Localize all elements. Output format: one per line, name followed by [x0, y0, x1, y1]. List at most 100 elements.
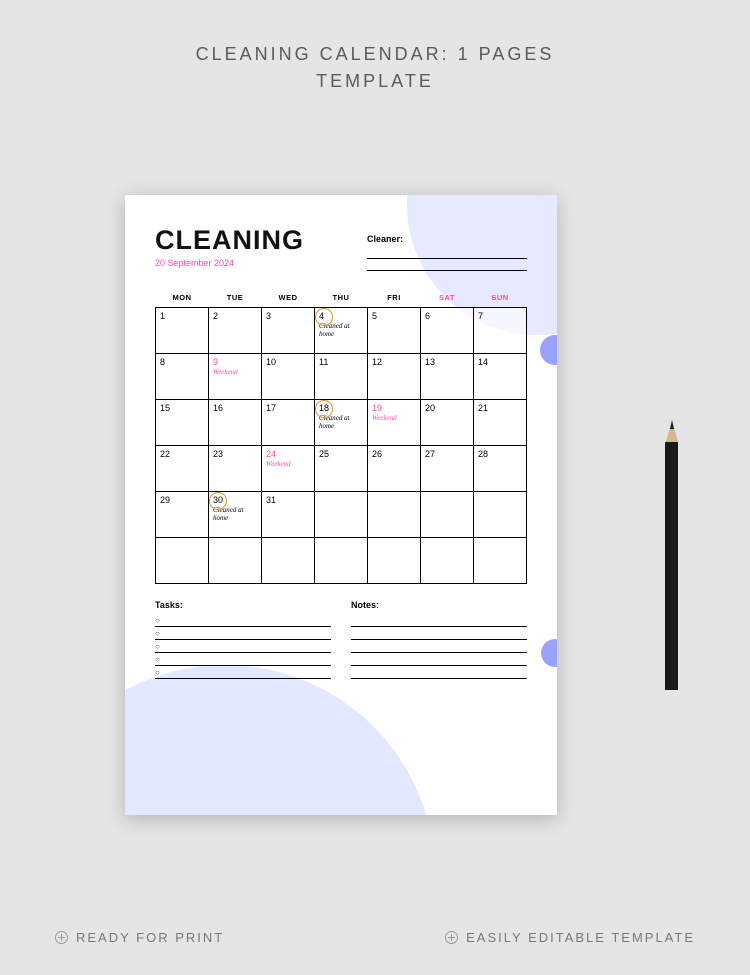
calendar-cell: 7: [474, 308, 527, 354]
day-number: 10: [266, 357, 310, 367]
note-line: [351, 666, 527, 679]
calendar-cell: 24 Weekend: [262, 446, 315, 492]
tasks-label: Tasks:: [155, 600, 331, 610]
bullet-icon: ○: [155, 655, 160, 664]
calendar-cell: 30Cleaned at home: [209, 492, 262, 538]
calendar-cell: [315, 538, 368, 584]
note-line: [351, 614, 527, 627]
calendar-cell: [262, 538, 315, 584]
day-number: 30: [213, 495, 257, 505]
calendar-cell: 15: [156, 400, 209, 446]
day-number: 28: [478, 449, 522, 459]
day-number: 4: [319, 311, 363, 321]
calendar-cell: 9 Weekend: [209, 354, 262, 400]
day-number: 29: [160, 495, 204, 505]
calendar-cell: 4Cleaned at home: [315, 308, 368, 354]
day-number: 13: [425, 357, 469, 367]
calendar-cell: [368, 492, 421, 538]
template-date: 20 September 2024: [155, 258, 304, 268]
day-annotation: Weekend: [266, 461, 310, 469]
calendar-cell: 6: [421, 308, 474, 354]
notes-label: Notes:: [351, 600, 527, 610]
note-line: [351, 653, 527, 666]
bullet-icon: ○: [155, 616, 160, 625]
day-number: 11: [319, 357, 363, 367]
template-page: CLEANING 20 September 2024 Cleaner: MONT…: [125, 195, 557, 815]
day-number: 7: [478, 311, 522, 321]
day-number: 15: [160, 403, 204, 413]
calendar-cell: 19Weekend: [368, 400, 421, 446]
page-heading-line2: TEMPLATE: [0, 71, 750, 92]
calendar-cell: [421, 492, 474, 538]
day-number: 21: [478, 403, 522, 413]
note-line: [351, 627, 527, 640]
day-number: 19: [372, 403, 416, 413]
plus-circle-icon: [55, 931, 68, 944]
calendar-cell: 12: [368, 354, 421, 400]
calendar-cell: 5: [368, 308, 421, 354]
task-line: ○: [155, 640, 331, 653]
calendar-cell: 8: [156, 354, 209, 400]
calendar-cell: 31: [262, 492, 315, 538]
calendar-day-header: TUE: [209, 293, 262, 308]
footer-right: EASILY EDITABLE TEMPLATE: [466, 930, 695, 945]
calendar-day-header: FRI: [368, 293, 421, 308]
day-number: 9: [213, 357, 257, 367]
day-number: 24: [266, 449, 310, 459]
day-number: 20: [425, 403, 469, 413]
template-title: CLEANING: [155, 225, 304, 256]
cleaner-label: Cleaner:: [367, 234, 403, 244]
calendar-cell: 17: [262, 400, 315, 446]
bullet-icon: ○: [155, 668, 160, 677]
calendar-cell: 13: [421, 354, 474, 400]
cleaner-line: [367, 247, 527, 259]
bullet-icon: ○: [155, 642, 160, 651]
day-number: 5: [372, 311, 416, 321]
day-number: 23: [213, 449, 257, 459]
day-number: 14: [478, 357, 522, 367]
task-line: ○: [155, 614, 331, 627]
calendar-cell: [474, 538, 527, 584]
calendar-cell: 3: [262, 308, 315, 354]
calendar-cell: 29: [156, 492, 209, 538]
calendar-cell: 28: [474, 446, 527, 492]
calendar-cell: 23: [209, 446, 262, 492]
task-line: ○: [155, 666, 331, 679]
day-number: 26: [372, 449, 416, 459]
footer: READY FOR PRINT EASILY EDITABLE TEMPLATE: [0, 930, 750, 945]
page-heading-line1: CLEANING CALENDAR: 1 PAGES: [0, 0, 750, 65]
day-number: 25: [319, 449, 363, 459]
calendar-cell: [474, 492, 527, 538]
calendar-cell: 16: [209, 400, 262, 446]
task-line: ○: [155, 627, 331, 640]
day-number: 18: [319, 403, 363, 413]
day-annotation: Weekend: [213, 369, 257, 377]
day-number: 31: [266, 495, 310, 505]
calendar-cell: 20: [421, 400, 474, 446]
day-number: 22: [160, 449, 204, 459]
task-line: ○: [155, 653, 331, 666]
calendar-cell: [315, 492, 368, 538]
day-number: 2: [213, 311, 257, 321]
calendar-cell: 11: [315, 354, 368, 400]
calendar-cell: 22: [156, 446, 209, 492]
calendar-cell: 2: [209, 308, 262, 354]
bullet-icon: ○: [155, 629, 160, 638]
calendar-cell: 25: [315, 446, 368, 492]
note-line: [351, 640, 527, 653]
day-number: 3: [266, 311, 310, 321]
calendar-day-header: SAT: [421, 293, 474, 308]
calendar-day-header: SUN: [474, 293, 527, 308]
calendar-grid: MONTUEWEDTHUFRISATSUN 1234Cleaned at hom…: [155, 293, 527, 584]
calendar-day-header: THU: [315, 293, 368, 308]
calendar-cell: [368, 538, 421, 584]
calendar-cell: 10: [262, 354, 315, 400]
calendar-day-header: WED: [262, 293, 315, 308]
day-number: 17: [266, 403, 310, 413]
calendar-cell: 1: [156, 308, 209, 354]
calendar-cell: 27: [421, 446, 474, 492]
day-number: 27: [425, 449, 469, 459]
calendar-day-header: MON: [156, 293, 209, 308]
cleaner-line: [367, 259, 527, 271]
calendar-cell: [421, 538, 474, 584]
